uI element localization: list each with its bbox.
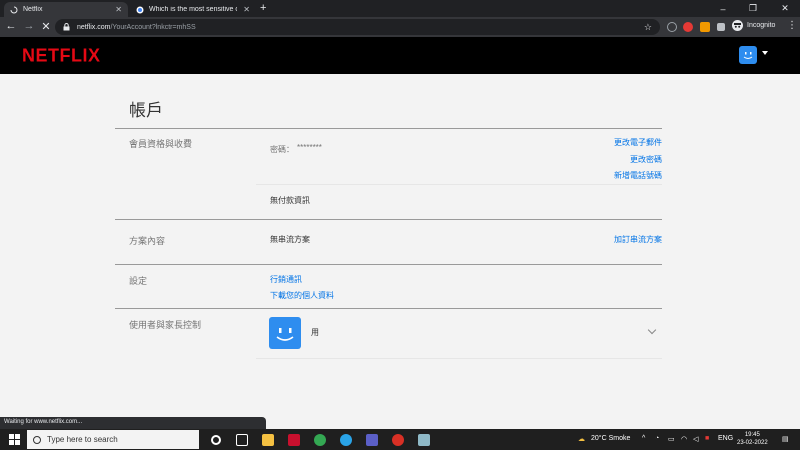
bookmark-star-icon[interactable]: ☆ <box>644 22 652 33</box>
volume-icon[interactable]: ◁ <box>693 435 698 443</box>
divider <box>115 264 662 265</box>
close-tab-icon[interactable]: ✕ <box>243 5 250 14</box>
stop-loading-button[interactable]: ✕ <box>39 20 53 33</box>
battery-icon[interactable]: ▭ <box>668 435 675 443</box>
url-path: /YourAccount?lnkctr=mhSS <box>110 23 196 31</box>
membership-section-label: 會員資格與收費 <box>129 139 193 149</box>
language-indicator[interactable]: ENG <box>718 435 733 442</box>
marketing-link[interactable]: 行銷通訊 <box>270 274 302 285</box>
close-tab-icon[interactable]: ✕ <box>115 5 122 14</box>
teams-icon[interactable] <box>366 434 378 446</box>
app-icon[interactable] <box>418 434 430 446</box>
clock-date: 23-02-2022 <box>737 440 768 446</box>
search-placeholder: Type here to search <box>47 435 118 444</box>
cortana-icon[interactable] <box>211 435 221 445</box>
change-email-link[interactable]: 更改電子郵件 <box>614 137 662 148</box>
extension-icon[interactable] <box>667 22 677 32</box>
task-view-icon[interactable] <box>236 434 248 446</box>
profile-avatar[interactable] <box>739 46 757 64</box>
show-hidden-icons-icon[interactable]: ^ <box>642 435 645 442</box>
google-icon <box>136 6 144 13</box>
plan-section-label: 方案內容 <box>129 236 166 246</box>
netflix-logo[interactable]: NETFLIX <box>22 44 101 66</box>
tab-title: Netflix <box>23 6 43 13</box>
network-icon[interactable]: ◔ <box>655 435 659 442</box>
browser-status-bar: Waiting for www.netflix.com... <box>0 417 266 429</box>
no-payment-info: 無付款資訊 <box>270 196 310 205</box>
clock-time: 19:45 <box>744 432 760 438</box>
plan-value: 無串流方案 <box>270 235 310 244</box>
browser-toolbar: ← → ✕ netflix.com/YourAccount?lnkctr=mhS… <box>0 17 800 37</box>
profile-avatar-large[interactable] <box>269 317 301 349</box>
tab-title: Which is the most sensitive org... <box>149 6 237 13</box>
puzzle-extensions-icon[interactable] <box>717 23 725 31</box>
profile-menu-caret-icon[interactable] <box>762 51 768 55</box>
profiles-section-label: 使用者與家長控制 <box>129 320 202 330</box>
add-phone-link[interactable]: 新增電話號碼 <box>614 170 662 181</box>
windows-taskbar: Type here to search ☁ 20°C Smoke ^ ◔ ▭ ◠… <box>0 429 800 450</box>
incognito-label: Incognito <box>747 22 776 29</box>
incognito-icon <box>732 20 743 31</box>
download-info-link[interactable]: 下載您的個人資料 <box>270 290 334 301</box>
app-icon[interactable] <box>392 434 404 446</box>
forward-button[interactable]: → <box>22 20 36 32</box>
new-tab-button[interactable]: + <box>260 2 266 14</box>
profile-name: 用 <box>311 328 319 337</box>
notifications-icon[interactable]: ▤ <box>782 435 789 443</box>
minimize-button[interactable]: – <box>708 0 738 17</box>
wifi-icon[interactable]: ◠ <box>681 435 687 443</box>
divider <box>256 358 662 359</box>
adblock-extension-icon[interactable] <box>683 22 693 32</box>
subscribe-plan-link[interactable]: 加訂串流方案 <box>614 234 662 245</box>
tab-search[interactable]: Which is the most sensitive org... ✕ <box>130 2 256 17</box>
password-label: 密碼： <box>270 145 294 154</box>
divider <box>115 128 662 129</box>
weather-icon: ☁ <box>578 436 585 443</box>
settings-section-label: 設定 <box>129 276 148 286</box>
clock[interactable]: 19:45 23-02-2022 <box>737 431 768 447</box>
incognito-indicator[interactable]: Incognito <box>732 20 775 31</box>
page-title: 帳戶 <box>129 101 163 120</box>
weather-text[interactable]: 20°C Smoke <box>591 435 630 442</box>
close-window-button[interactable]: ✕ <box>770 0 800 17</box>
change-password-link[interactable]: 更改密碼 <box>630 154 662 165</box>
url-host: netflix.com <box>77 23 111 31</box>
file-explorer-icon[interactable] <box>262 434 274 446</box>
browser-menu-icon[interactable]: ⋮ <box>787 20 797 31</box>
account-page: 帳戶 會員資格與收費 密碼： ******** 更改電子郵件 更改密碼 新增電話… <box>0 74 800 418</box>
browser-tab-strip: Netflix ✕ Which is the most sensitive or… <box>0 0 800 17</box>
tab-netflix[interactable]: Netflix ✕ <box>4 2 128 17</box>
divider <box>115 308 662 309</box>
windows-start-icon[interactable] <box>9 434 20 445</box>
chevron-down-icon[interactable] <box>647 325 657 335</box>
extension-icon[interactable] <box>700 22 710 32</box>
search-icon <box>33 435 41 444</box>
telegram-icon[interactable] <box>340 434 352 446</box>
loading-spinner-icon <box>10 6 18 13</box>
tray-app-icon[interactable]: ■ <box>705 435 709 442</box>
divider <box>256 184 662 185</box>
restore-button[interactable]: ❐ <box>738 0 768 17</box>
lock-icon <box>63 23 70 31</box>
mcafee-icon[interactable] <box>288 434 300 446</box>
back-button[interactable]: ← <box>4 20 18 32</box>
password-value: ******** <box>297 143 322 152</box>
address-bar[interactable]: netflix.com/YourAccount?lnkctr=mhSS ☆ <box>55 19 660 35</box>
divider <box>115 219 662 220</box>
chrome-icon[interactable] <box>314 434 326 446</box>
taskbar-search-input[interactable]: Type here to search <box>27 430 199 449</box>
netflix-header: NETFLIX <box>0 37 800 74</box>
